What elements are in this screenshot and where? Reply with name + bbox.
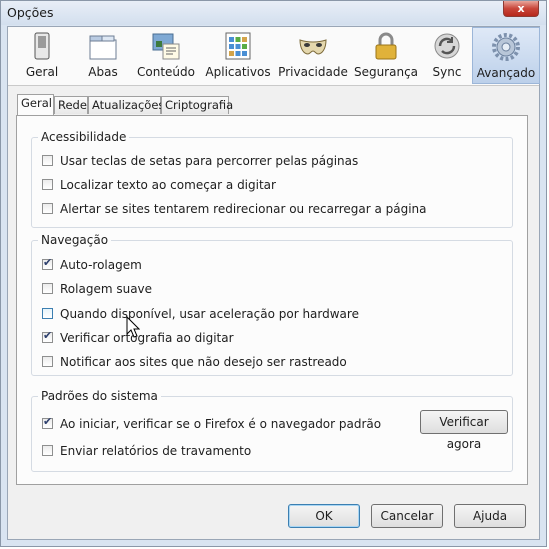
checkbox[interactable] [42, 155, 53, 166]
toolbar-item-label: Conteúdo [137, 65, 195, 79]
category-toolbar: Geral Abas Conteúdo Aplicativos Privacid… [8, 27, 540, 86]
mouse-pointer-icon [126, 316, 140, 338]
option-label: Enviar relatórios de travamento [60, 444, 252, 458]
close-button[interactable]: x [503, 1, 539, 17]
checkbox[interactable] [42, 283, 53, 294]
toolbar-item-abas[interactable]: Abas [74, 27, 132, 84]
accessibility-group: Acessibilidade Usar teclas de setas para… [31, 130, 513, 228]
toolbar-item-seguranca[interactable]: Segurança [350, 27, 422, 84]
checkbox[interactable] [42, 308, 53, 319]
toolbar-item-label: Sync [432, 65, 462, 79]
toolbar-item-label: Abas [88, 65, 118, 79]
checkbox[interactable] [42, 256, 53, 270]
group-title: Navegação [38, 233, 112, 247]
toolbar-item-aplicativos[interactable]: Aplicativos [200, 27, 276, 84]
tab-criptografia[interactable]: Criptografia [161, 96, 233, 114]
check-now-button[interactable]: Verificar agora [420, 410, 508, 451]
checkbox[interactable] [42, 356, 53, 367]
toolbar-item-conteudo[interactable]: Conteúdo [132, 27, 200, 84]
option-label: Auto-rolagem [60, 258, 142, 272]
checkbox[interactable] [42, 415, 53, 429]
switch-icon [34, 32, 50, 60]
tab-panel-geral: Acessibilidade Usar teclas de setas para… [16, 115, 528, 485]
applications-icon [225, 32, 251, 60]
tab-rede[interactable]: Rede [54, 96, 88, 114]
checkbox[interactable] [42, 445, 53, 456]
option-label: Verificar ortografia ao digitar [60, 331, 234, 345]
ok-button[interactable]: OK [288, 504, 360, 528]
title-bar[interactable]: Opções x [1, 1, 546, 25]
toolbar-item-avancado[interactable]: Avançado [472, 27, 540, 84]
option-label: Ao iniciar, verificar se o Firefox é o n… [60, 417, 382, 431]
toolbar-item-sync[interactable]: Sync [422, 27, 472, 84]
group-title: Padrões do sistema [38, 389, 161, 403]
system-defaults-group: Padrões do sistema Ao iniciar, verificar… [31, 389, 513, 472]
tab-geral[interactable]: Geral [17, 94, 54, 115]
toolbar-item-geral[interactable]: Geral [10, 27, 74, 84]
options-dialog: Opções x Geral Abas Conteúdo Aplicativos [0, 0, 547, 547]
toolbar-item-label: Avançado [476, 66, 536, 80]
mask-icon [299, 39, 327, 55]
help-button[interactable]: Ajuda [454, 504, 526, 528]
toolbar-item-label: Geral [25, 65, 59, 79]
option-label: Notificar aos sites que não desejo ser r… [60, 355, 347, 369]
option-label: Localizar texto ao começar a digitar [60, 178, 276, 192]
checkbox[interactable] [42, 179, 53, 190]
group-title: Acessibilidade [38, 130, 130, 144]
toolbar-item-label: Privacidade [278, 65, 348, 79]
padlock-icon [375, 32, 397, 60]
option-label: Usar teclas de setas para percorrer pela… [60, 154, 359, 168]
content-icon [152, 33, 180, 60]
option-label: Rolagem suave [60, 282, 153, 296]
tabs-icon [89, 35, 117, 60]
sync-icon [434, 33, 460, 59]
dialog-client-area: Geral Abas Conteúdo Aplicativos Privacid… [7, 26, 540, 540]
navigation-group: Navegação Auto-rolagem Rolagem suave Qua… [31, 233, 513, 376]
tab-atualizacoes[interactable]: Atualizações [88, 96, 164, 114]
window-title: Opções [7, 5, 54, 20]
gear-icon [492, 33, 520, 61]
toolbar-item-label: Segurança [353, 65, 419, 79]
checkbox[interactable] [42, 329, 53, 343]
toolbar-item-label: Aplicativos [205, 65, 271, 79]
option-label: Alertar se sites tentarem redirecionar o… [60, 202, 427, 216]
cancel-button[interactable]: Cancelar [371, 504, 443, 528]
checkbox[interactable] [42, 203, 53, 214]
toolbar-item-privacidade[interactable]: Privacidade [276, 27, 350, 84]
option-label: Quando disponível, usar aceleração por h… [60, 307, 359, 321]
